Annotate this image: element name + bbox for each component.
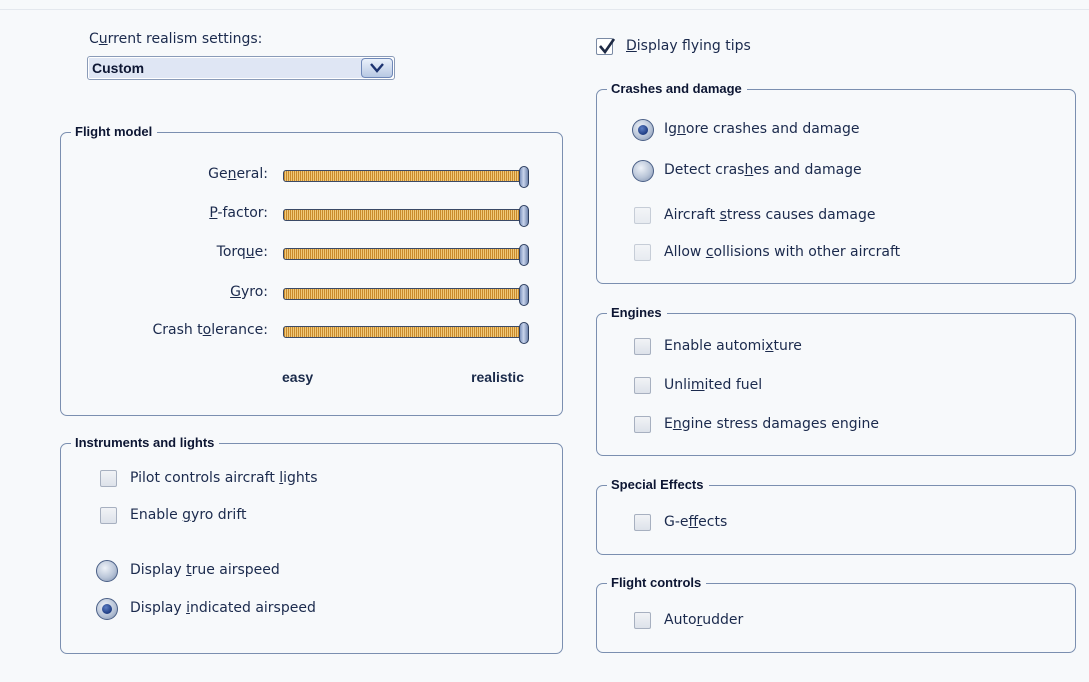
crashes-title: Crashes and damage [607, 80, 747, 98]
gyro-drift-checkbox[interactable] [100, 507, 117, 524]
flight-model-title: Flight model [71, 123, 158, 141]
engines-title: Engines [607, 304, 667, 322]
g-effects-checkbox[interactable] [634, 514, 651, 531]
ignore-crashes-label: Ignore crashes and damage [664, 121, 860, 137]
slider-label-general: General: [208, 166, 268, 182]
stress-damage-checkbox[interactable] [634, 207, 651, 224]
slider-track [283, 170, 524, 182]
stress-damage-label: Aircraft stress causes damage [664, 207, 876, 223]
engine-stress-label: Engine stress damages engine [664, 416, 880, 432]
gyro-slider[interactable] [283, 284, 529, 306]
checkmark-icon [599, 38, 616, 55]
slider-label-torque: Torque: [216, 244, 268, 260]
pfactor-slider[interactable] [283, 205, 529, 227]
realism-dropdown[interactable]: Custom [87, 56, 395, 80]
slider-thumb[interactable] [519, 205, 529, 227]
true-airspeed-radio[interactable] [96, 560, 118, 582]
top-divider [0, 9, 1089, 10]
autorudder-label: Autorudder [664, 612, 744, 628]
slider-track [283, 326, 524, 338]
dropdown-button[interactable] [361, 58, 393, 78]
crash-tolerance-slider[interactable] [283, 322, 529, 344]
flight-controls-title: Flight controls [607, 574, 707, 592]
automixture-label: Enable automixture [664, 338, 802, 354]
unlimited-fuel-checkbox[interactable] [634, 377, 651, 394]
scale-min-label: easy [282, 369, 314, 385]
slider-label-crash-tolerance: Crash tolerance: [152, 322, 268, 338]
slider-track [283, 209, 524, 221]
slider-thumb[interactable] [519, 244, 529, 266]
indicated-airspeed-label: Display indicated airspeed [130, 600, 316, 616]
unlimited-fuel-label: Unlimited fuel [664, 377, 763, 393]
automixture-checkbox[interactable] [634, 338, 651, 355]
ignore-crashes-radio[interactable] [632, 119, 654, 141]
pilot-lights-checkbox[interactable] [100, 470, 117, 487]
indicated-airspeed-radio[interactable] [96, 598, 118, 620]
slider-thumb[interactable] [519, 284, 529, 306]
torque-slider[interactable] [283, 244, 529, 266]
slider-track [283, 288, 524, 300]
slider-thumb[interactable] [519, 166, 529, 188]
realism-selected-value: Custom [89, 58, 363, 78]
slider-label-gyro: Gyro: [230, 284, 268, 300]
autorudder-checkbox[interactable] [634, 612, 651, 629]
detect-crashes-label: Detect crashes and damage [664, 162, 862, 178]
allow-collisions-label: Allow collisions with other aircraft [664, 244, 901, 260]
slider-track [283, 248, 524, 260]
pilot-lights-label: Pilot controls aircraft lights [130, 470, 318, 486]
detect-crashes-radio[interactable] [632, 160, 654, 182]
instruments-title: Instruments and lights [71, 434, 220, 452]
allow-collisions-checkbox[interactable] [634, 244, 651, 261]
realism-label: Current realism settings: [89, 31, 263, 47]
true-airspeed-label: Display true airspeed [130, 562, 280, 578]
display-tips-checkbox[interactable] [596, 38, 616, 55]
slider-thumb[interactable] [519, 322, 529, 344]
gyro-drift-label: Enable gyro drift [130, 507, 247, 523]
chevron-down-icon [370, 63, 384, 73]
g-effects-label: G-effects [664, 514, 728, 530]
display-tips-label: Display flying tips [626, 38, 751, 54]
special-effects-title: Special Effects [607, 476, 709, 494]
general-slider[interactable] [283, 166, 529, 188]
scale-max-label: realistic [471, 369, 524, 385]
slider-label-pfactor: P-factor: [209, 205, 268, 221]
engine-stress-checkbox[interactable] [634, 416, 651, 433]
